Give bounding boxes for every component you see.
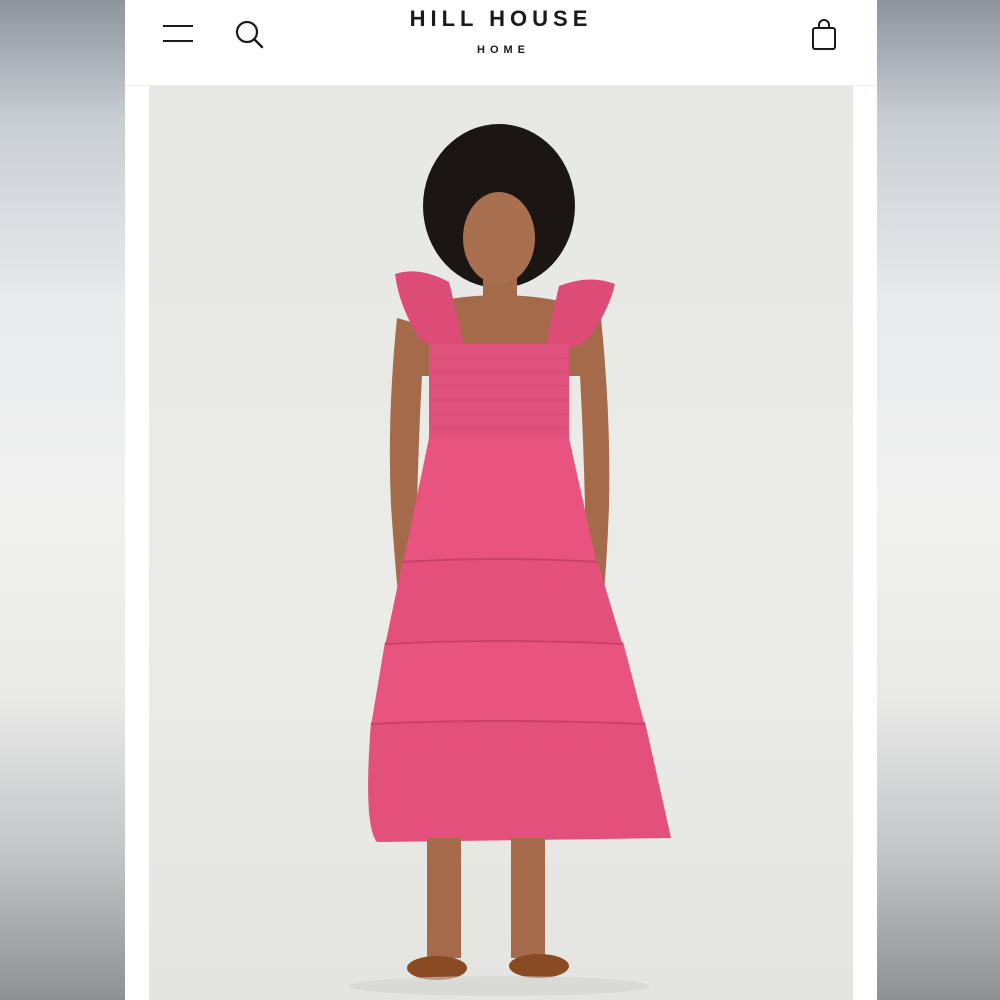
dress-tier-2 [385,560,623,646]
brand-logo[interactable]: HILL HOUSE HOME [325,6,677,56]
search-icon[interactable] [233,18,265,50]
backdrop-left [0,0,125,1000]
dress-tier-3 [371,642,645,726]
hamburger-menu-icon[interactable] [161,22,195,46]
dress-tier-1 [403,438,597,564]
model-leg-right [511,838,545,958]
dress-ruffle-right [545,279,615,350]
product-photo[interactable] [149,86,853,1000]
product-page: HILL HOUSE HOME [125,0,877,1000]
model-leg-left [427,838,461,958]
model-face [463,192,535,284]
dress-tier-4 [368,722,671,842]
backdrop-right [877,0,1000,1000]
site-header: HILL HOUSE HOME [125,0,877,86]
shopping-bag-icon[interactable] [809,18,839,52]
brand-subtitle: HOME [477,44,530,56]
sandal-right [509,954,569,978]
brand-name: HILL HOUSE [409,6,593,31]
